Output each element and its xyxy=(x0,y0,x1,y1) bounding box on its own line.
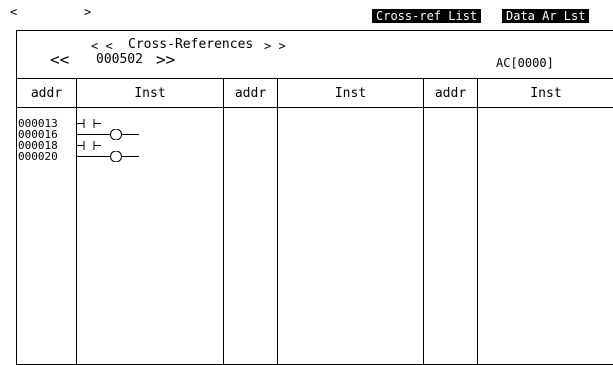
column-header-addr: addr xyxy=(17,79,77,108)
cross-reference-table: addr Inst addr Inst addr Inst 000013 000… xyxy=(16,78,613,365)
output-coil-icon[interactable] xyxy=(77,129,223,140)
inst-column-2 xyxy=(278,108,424,365)
ac-register-value: AC[0000] xyxy=(496,57,554,69)
inst-column-1 xyxy=(77,108,224,365)
addr-column-3 xyxy=(424,108,478,365)
table-body-row: 000013 000016 000018 000020 xyxy=(17,108,613,365)
header-next-small[interactable]: > > xyxy=(264,40,286,52)
addr-column-1: 000013 000016 000018 000020 xyxy=(17,108,77,365)
current-address: 000502 xyxy=(96,53,143,67)
no-contact-icon[interactable] xyxy=(77,140,223,151)
address-prev-button[interactable]: << xyxy=(50,52,69,68)
prev-page-arrow[interactable]: < xyxy=(10,6,17,18)
table-header-row: addr Inst addr Inst addr Inst xyxy=(17,79,613,108)
header-prev-small[interactable]: < < xyxy=(91,40,113,52)
page-title: Cross-References xyxy=(128,38,253,52)
column-header-addr: addr xyxy=(424,79,478,108)
inst-column-3 xyxy=(478,108,613,365)
entry-addr[interactable]: 000020 xyxy=(17,151,76,162)
column-header-inst: Inst xyxy=(278,79,424,108)
output-coil-icon[interactable] xyxy=(77,151,223,162)
address-next-button[interactable]: >> xyxy=(156,52,175,68)
column-header-inst: Inst xyxy=(478,79,613,108)
next-page-arrow[interactable]: > xyxy=(84,6,91,18)
tab-data-ar-lst[interactable]: Data Ar Lst xyxy=(502,9,589,23)
addr-column-2 xyxy=(224,108,278,365)
no-contact-icon[interactable] xyxy=(77,118,223,129)
column-header-addr: addr xyxy=(224,79,278,108)
column-header-inst: Inst xyxy=(77,79,224,108)
tab-cross-ref-list[interactable]: Cross-ref List xyxy=(372,9,481,23)
